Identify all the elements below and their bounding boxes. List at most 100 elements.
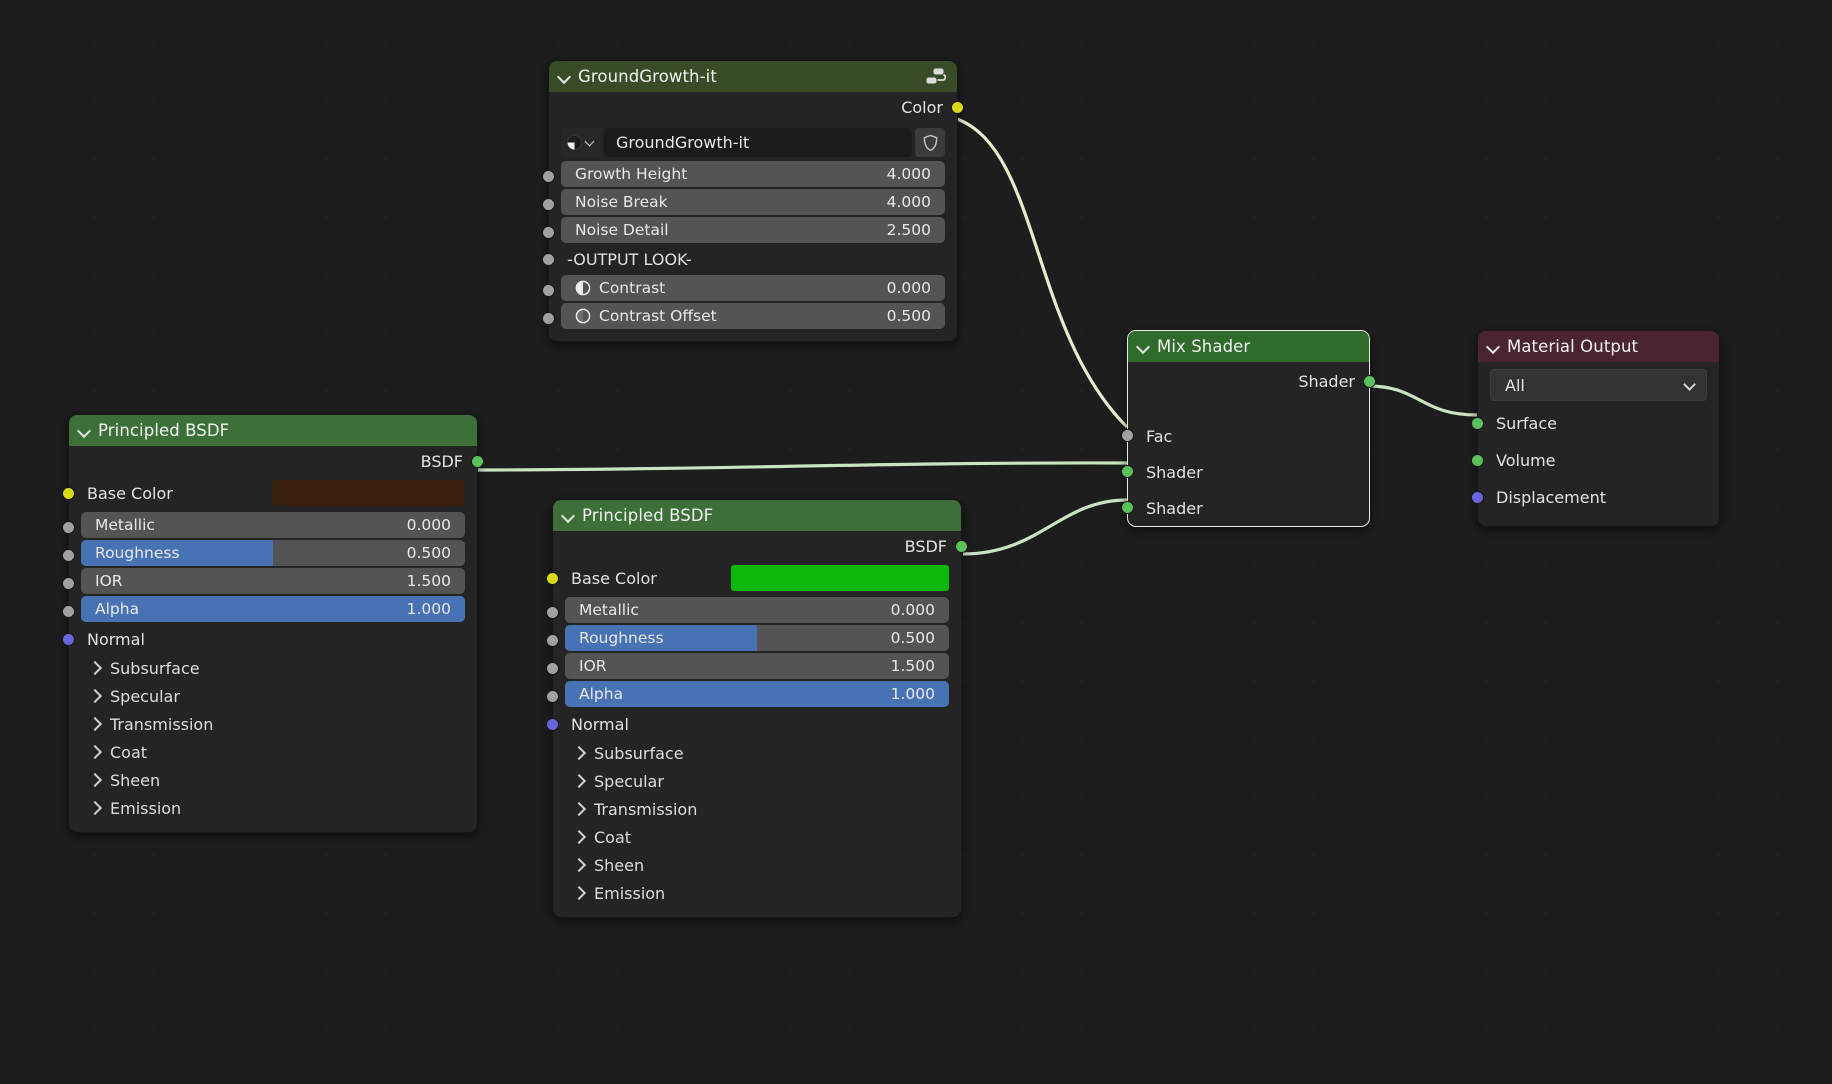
socket-contrast-offset[interactable] (542, 312, 555, 325)
node-title: Principled BSDF (98, 421, 467, 440)
socket-bsdf-output[interactable] (955, 540, 968, 553)
chevron-down-icon[interactable] (562, 509, 575, 522)
group-name-input[interactable]: GroundGrowth-it (604, 128, 912, 157)
panel-transmission[interactable]: Transmission (69, 710, 477, 738)
socket-contrast[interactable] (542, 284, 555, 297)
node-principled-bsdf-mid[interactable]: Principled BSDF BSDF Base Color Metallic… (552, 499, 962, 918)
socket-roughness[interactable] (546, 634, 559, 647)
panel-specular[interactable]: Specular (69, 682, 477, 710)
chevron-down-icon[interactable] (1487, 340, 1500, 353)
section-label-output-look: -OUTPUT LOOK- (549, 245, 957, 273)
node-header[interactable]: Principled BSDF (553, 500, 961, 531)
panel-coat[interactable]: Coat (553, 823, 961, 851)
socket-volume[interactable] (1471, 454, 1484, 467)
chevron-down-icon[interactable] (558, 70, 571, 83)
slider-metallic[interactable]: Metallic 0.000 (81, 512, 465, 538)
node-mix-shader[interactable]: Mix Shader Shader Fac Shader Shader (1127, 330, 1370, 527)
material-sphere-icon[interactable] (561, 128, 601, 157)
socket-normal[interactable] (546, 718, 559, 731)
socket-label: BSDF (905, 537, 947, 556)
socket-roughness[interactable] (62, 549, 75, 562)
chevron-down-icon[interactable] (1137, 340, 1150, 353)
socket-base-color[interactable] (546, 572, 559, 585)
node-header[interactable]: GroundGrowth-it (549, 61, 957, 92)
socket-ior[interactable] (62, 577, 75, 590)
socket-growth-height[interactable] (542, 170, 555, 183)
slider-noise-detail[interactable]: Noise Detail 2.500 (561, 217, 945, 243)
node-header[interactable]: Material Output (1478, 331, 1719, 362)
group-name-field[interactable]: GroundGrowth-it (561, 128, 945, 157)
socket-displacement[interactable] (1471, 491, 1484, 504)
socket-color-output[interactable] (951, 101, 964, 114)
output-row-shader: Shader (1128, 362, 1369, 400)
panel-subsurface[interactable]: Subsurface (69, 654, 477, 682)
chevron-right-icon (573, 775, 585, 787)
slider-noise-break[interactable]: Noise Break 4.000 (561, 189, 945, 215)
group-input-noise-break: Noise Break 4.000 (549, 189, 957, 215)
panel-transmission[interactable]: Transmission (553, 795, 961, 823)
slider-growth-height[interactable]: Growth Height 4.000 (561, 161, 945, 187)
render-target-dropdown[interactable]: All (1490, 369, 1707, 401)
panel-sheen[interactable]: Sheen (553, 851, 961, 879)
node-editor-canvas[interactable]: GroundGrowth-it Color (0, 0, 1832, 1084)
slider-roughness[interactable]: Roughness 0.500 (565, 625, 949, 651)
slider-value: 1.000 (407, 600, 465, 618)
node-material-output[interactable]: Material Output All Surface Volume Displ… (1477, 330, 1720, 527)
slider-contrast[interactable]: Contrast 0.000 (561, 275, 945, 301)
socket-ior[interactable] (546, 662, 559, 675)
socket-noise-break[interactable] (542, 198, 555, 211)
chevron-down-icon[interactable] (78, 424, 91, 437)
node-header[interactable]: Principled BSDF (69, 415, 477, 446)
base-color-swatch[interactable] (273, 480, 465, 506)
slider-value: 0.500 (887, 307, 945, 325)
panel-emission[interactable]: Emission (553, 879, 961, 907)
socket-base-color[interactable] (62, 487, 75, 500)
socket-surface[interactable] (1471, 417, 1484, 430)
panel-sheen[interactable]: Sheen (69, 766, 477, 794)
input-roughness: Roughness 0.500 (69, 540, 477, 566)
socket-fac[interactable] (1121, 429, 1134, 442)
node-groundgrowth-group[interactable]: GroundGrowth-it Color (548, 60, 958, 342)
slider-alpha[interactable]: Alpha 1.000 (81, 596, 465, 622)
slider-metallic[interactable]: Metallic 0.000 (565, 597, 949, 623)
panel-emission[interactable]: Emission (69, 794, 477, 822)
input-alpha: Alpha 1.000 (69, 596, 477, 622)
socket-output-look[interactable] (542, 253, 555, 266)
socket-shader-2[interactable] (1121, 501, 1134, 514)
slider-ior[interactable]: IOR 1.500 (81, 568, 465, 594)
socket-bsdf-output[interactable] (471, 455, 484, 468)
panel-coat[interactable]: Coat (69, 738, 477, 766)
panel-specular[interactable]: Specular (553, 767, 961, 795)
node-group-icon[interactable] (925, 67, 947, 87)
input-label: Base Color (571, 569, 657, 588)
panel-label: Sheen (594, 856, 644, 875)
slider-label: Alpha (565, 685, 623, 703)
socket-metallic[interactable] (546, 606, 559, 619)
node-principled-bsdf-left[interactable]: Principled BSDF BSDF Base Color Metallic… (68, 414, 478, 833)
input-metallic: Metallic 0.000 (553, 597, 961, 623)
socket-shader-output[interactable] (1363, 375, 1376, 388)
group-section: -OUTPUT LOOK- (549, 245, 957, 273)
shield-icon[interactable] (915, 128, 945, 157)
slider-roughness[interactable]: Roughness 0.500 (81, 540, 465, 566)
slider-value: 1.500 (407, 572, 465, 590)
circle-outline-icon (575, 308, 591, 324)
slider-ior[interactable]: IOR 1.500 (565, 653, 949, 679)
half-circle-icon (575, 280, 591, 296)
chevron-right-icon (573, 859, 585, 871)
input-row-normal: Normal (69, 624, 477, 654)
socket-noise-detail[interactable] (542, 226, 555, 239)
input-roughness: Roughness 0.500 (553, 625, 961, 651)
slider-value: 1.500 (891, 657, 949, 675)
socket-normal[interactable] (62, 633, 75, 646)
slider-alpha[interactable]: Alpha 1.000 (565, 681, 949, 707)
panel-subsurface[interactable]: Subsurface (553, 739, 961, 767)
node-header[interactable]: Mix Shader (1128, 331, 1369, 362)
socket-alpha[interactable] (546, 690, 559, 703)
slider-contrast-offset[interactable]: Contrast Offset 0.500 (561, 303, 945, 329)
panel-label: Subsurface (594, 744, 684, 763)
base-color-swatch[interactable] (731, 565, 949, 591)
socket-alpha[interactable] (62, 605, 75, 618)
socket-metallic[interactable] (62, 521, 75, 534)
socket-shader-1[interactable] (1121, 465, 1134, 478)
